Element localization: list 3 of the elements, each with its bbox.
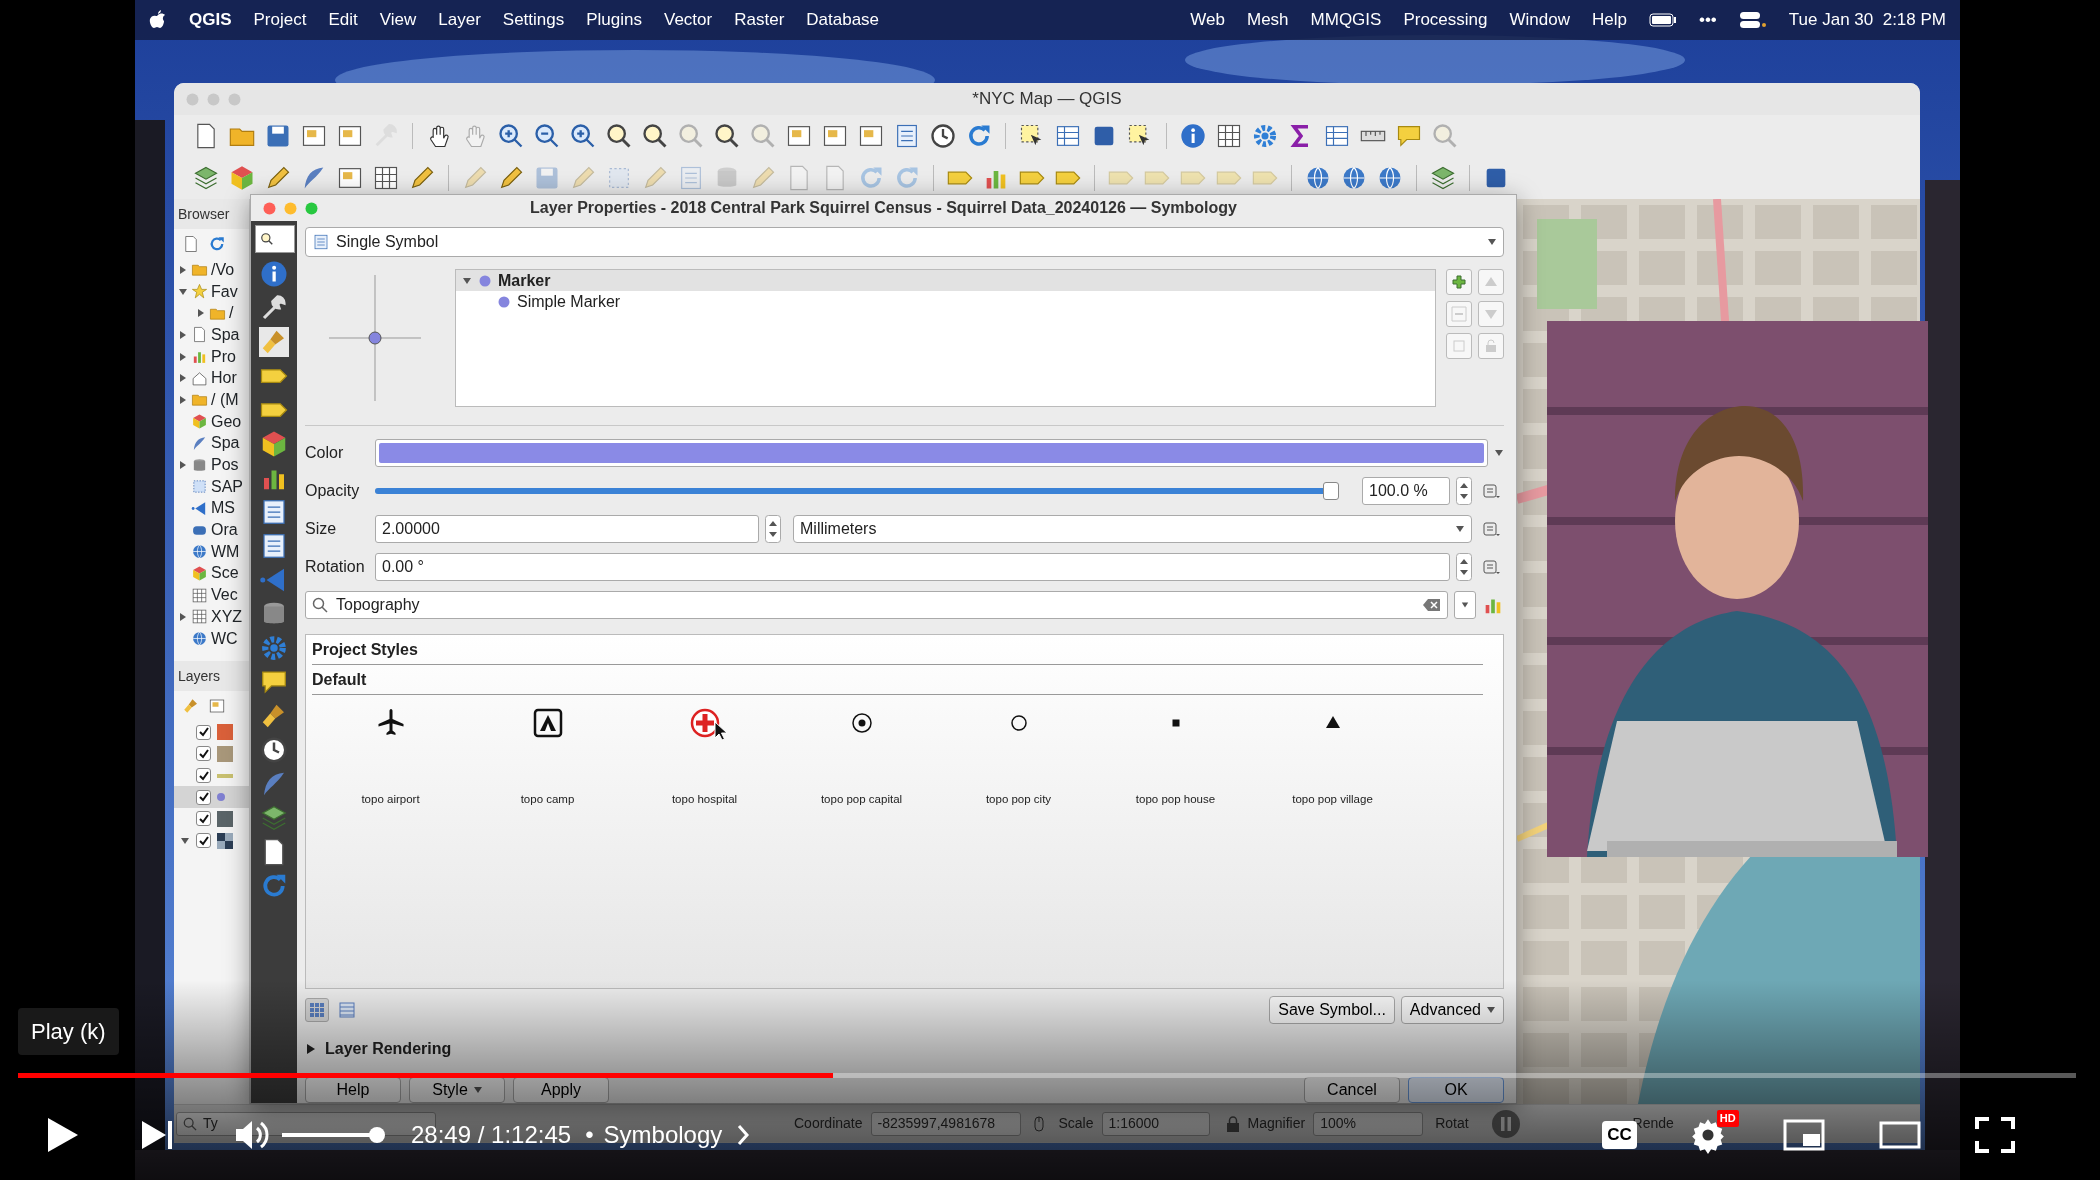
play-icon[interactable] (46, 1116, 80, 1154)
tooltip: Play (k) (18, 1008, 119, 1055)
fullscreen-icon[interactable] (1974, 1117, 2015, 1153)
